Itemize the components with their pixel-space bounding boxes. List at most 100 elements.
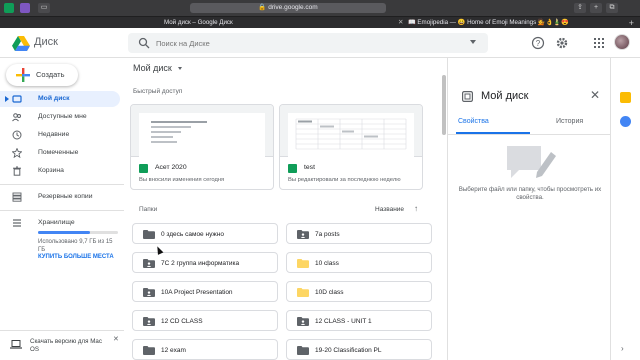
divider <box>448 134 611 135</box>
file-name: test <box>304 164 315 171</box>
sidebar-item-label: Хранилище <box>38 219 75 226</box>
folder-item[interactable]: 19-20 Classification PL <box>286 339 432 360</box>
sheets-icon <box>288 164 297 173</box>
sidebar-item-label: Мой диск <box>38 95 70 102</box>
help-icon[interactable]: ? <box>531 36 545 50</box>
star-icon <box>12 148 22 158</box>
folder-name: 0 здесь самое нужно <box>161 230 224 238</box>
folder-name: 12 exam <box>161 346 186 354</box>
buy-storage-link[interactable]: КУПИТЬ БОЛЬШЕ МЕСТА <box>38 254 114 260</box>
sidebar-item-label: Недавние <box>38 131 70 138</box>
folder-item[interactable]: 7a posts <box>286 223 432 244</box>
folder-name: 19-20 Classification PL <box>315 346 382 354</box>
details-panel: Мой диск ✕ Свойства История Выберите фай… <box>447 58 611 360</box>
sidebar-item-my-drive[interactable]: Мой диск <box>0 91 120 107</box>
sidebar-item-label: Помеченные <box>38 149 79 156</box>
browser-toolbar: ▭ 🔒 drive.google.com ⇪ + ⧉ <box>0 0 640 16</box>
sidebar-toggle-icon[interactable]: ▭ <box>38 3 50 13</box>
quick-access-heading: Быстрый доступ <box>133 88 183 95</box>
details-empty-text: Выберите файл или папку, чтобы просмотре… <box>458 186 602 201</box>
address-bar[interactable]: 🔒 drive.google.com <box>190 3 386 13</box>
tab-history[interactable]: История <box>556 118 583 125</box>
folder-name: 10 class <box>315 259 339 267</box>
drive-icon <box>12 95 22 103</box>
search-input[interactable] <box>156 33 456 53</box>
folder-item[interactable]: 7C 2 группа информатика <box>132 252 278 273</box>
sidebar-item-storage[interactable]: Хранилище <box>0 215 120 231</box>
chevron-right-icon[interactable]: › <box>621 344 624 353</box>
folder-item[interactable]: 12 CLASS - UNIT 1 <box>286 310 432 331</box>
storage-usage-text: Использовано 9,7 ГБ из 15 ГБ <box>38 239 113 253</box>
new-button-label: Создать <box>36 70 65 79</box>
settings-icon[interactable] <box>555 36 569 50</box>
file-thumbnail <box>131 105 273 157</box>
folder-icon <box>297 259 309 268</box>
search-icon[interactable] <box>138 37 150 49</box>
trash-icon <box>13 166 21 176</box>
browser-tabs: Мой диск – Google Диск ✕ 📖 Emojipedia — … <box>0 16 640 28</box>
breadcrumb[interactable]: Мой диск <box>133 63 182 73</box>
close-icon[interactable]: ✕ <box>113 335 119 343</box>
new-tab-icon[interactable]: + <box>590 3 602 13</box>
search-options-icon[interactable] <box>470 40 476 44</box>
bookmark-sheets-icon[interactable] <box>4 3 14 13</box>
tasks-icon[interactable] <box>620 116 631 127</box>
details-title: Мой диск <box>481 90 529 102</box>
divider <box>0 184 124 185</box>
keep-icon[interactable] <box>620 92 631 103</box>
tab-properties[interactable]: Свойства <box>458 118 489 125</box>
search-box[interactable] <box>128 33 488 53</box>
folder-item[interactable]: 10A Project Presentation <box>132 281 278 302</box>
document-preview <box>139 113 265 157</box>
sort-arrow-icon[interactable]: ↑ <box>414 204 418 213</box>
tabs-overview-icon[interactable]: ⧉ <box>606 3 618 13</box>
drive-logo-icon[interactable] <box>12 36 30 51</box>
scrollbar[interactable] <box>442 75 446 135</box>
app-name: Диск <box>34 36 58 48</box>
quick-access-card[interactable]: test Вы редактировали за последнюю недел… <box>279 104 423 190</box>
folder-item[interactable]: 0 здесь самое нужно <box>132 223 278 244</box>
quick-access-card[interactable]: Асет 2020 Вы вносили изменения сегодня <box>130 104 274 190</box>
shared-folder-icon <box>143 317 155 326</box>
new-button[interactable]: Создать <box>6 64 78 86</box>
sort-button[interactable]: Название <box>375 206 404 213</box>
sidebar-item-trash[interactable]: Корзина <box>0 163 120 179</box>
folder-name: 10A Project Presentation <box>161 288 233 296</box>
storage-progress-fill <box>38 231 90 234</box>
folder-name: 12 CD CLASS <box>161 317 203 325</box>
expand-arrow-icon[interactable] <box>5 96 9 102</box>
sidebar-item-label: Корзина <box>38 167 64 174</box>
folder-item[interactable]: 10D class <box>286 281 432 302</box>
mac-download-banner[interactable]: Скачать версию для Mac OS ✕ <box>0 330 124 360</box>
sidebar-item-shared[interactable]: Доступные мне <box>0 109 120 125</box>
file-activity: Вы редактировали за последнюю неделю <box>288 177 401 183</box>
storage-icon <box>13 219 21 227</box>
shared-folder-icon <box>297 230 309 239</box>
avatar[interactable] <box>614 34 630 50</box>
sheets-icon <box>139 164 148 173</box>
drive-header: Диск ? <box>0 28 640 58</box>
folder-icon <box>297 288 309 297</box>
address-text: drive.google.com <box>268 4 318 11</box>
backup-icon <box>12 192 22 202</box>
shared-folder-icon <box>143 288 155 297</box>
shared-folder-icon <box>297 317 309 326</box>
main-content: Мой диск Быстрый доступ Асет 2020 Вы вно… <box>124 58 444 360</box>
sidebar-item-backups[interactable]: Резервные копии <box>0 189 120 205</box>
folder-item[interactable]: 12 exam <box>132 339 278 360</box>
laptop-icon <box>10 340 22 349</box>
file-activity: Вы вносили изменения сегодня <box>139 177 225 183</box>
spreadsheet-preview <box>288 113 414 157</box>
shared-icon <box>12 113 21 122</box>
folder-item[interactable]: 12 CD CLASS <box>132 310 278 331</box>
apps-grid-icon[interactable] <box>592 36 606 50</box>
share-icon[interactable]: ⇪ <box>574 3 586 13</box>
file-thumbnail <box>280 105 422 157</box>
folder-item[interactable]: 10 class <box>286 252 432 273</box>
bookmark-app-icon[interactable] <box>20 3 30 13</box>
plus-icon <box>16 68 30 82</box>
sidebar-item-recent[interactable]: Недавние <box>0 127 120 143</box>
side-apps-rail: › <box>610 58 640 360</box>
sidebar-item-starred[interactable]: Помеченные <box>0 145 120 161</box>
close-icon[interactable]: ✕ <box>590 89 600 101</box>
